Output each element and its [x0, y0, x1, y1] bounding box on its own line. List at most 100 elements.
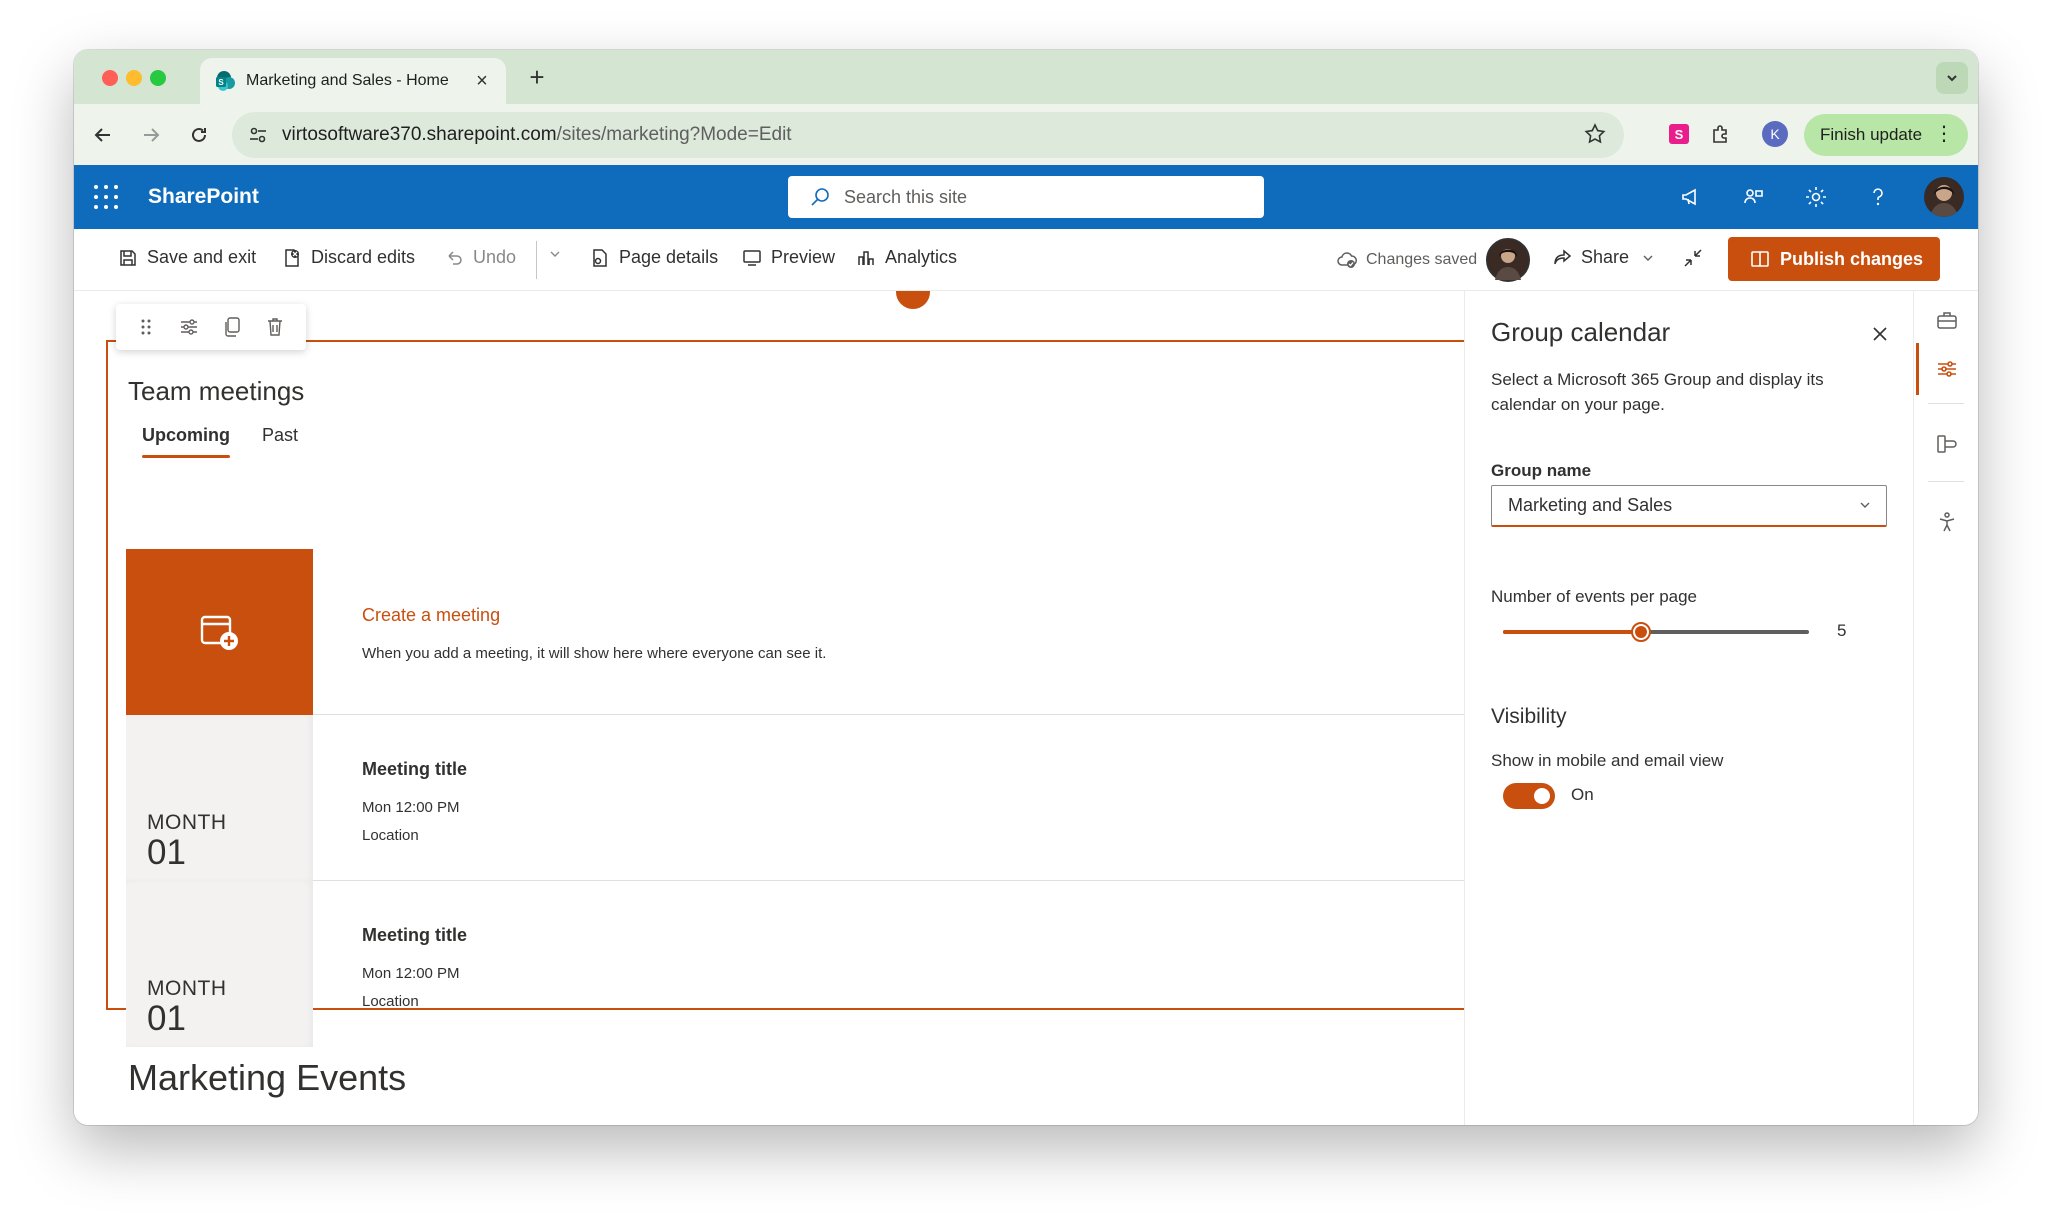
bar-chart-icon [858, 250, 874, 265]
browser-toolbar: virtosoftware370.sharepoint.com/sites/ma… [74, 104, 1978, 165]
rail-divider [1928, 403, 1964, 404]
extensions-puzzle-icon[interactable] [1708, 121, 1734, 147]
event-time: Mon 12:00 PM [362, 965, 460, 982]
user-avatar[interactable] [1924, 177, 1964, 217]
visibility-state: On [1571, 785, 1594, 804]
create-meeting-description: When you add a meeting, it will show her… [362, 645, 827, 662]
sharepoint-header: SharePoint Search this site [74, 165, 1978, 229]
save-and-exit-button[interactable]: Save and exit [118, 247, 256, 268]
duplicate-icon[interactable] [222, 316, 242, 338]
analytics-label: Analytics [885, 247, 958, 267]
book-open-icon [1751, 251, 1769, 267]
svg-text:S: S [218, 78, 224, 87]
window-zoom-button[interactable] [150, 70, 166, 86]
sharepoint-brand[interactable]: SharePoint [148, 185, 259, 209]
property-pane-description: Select a Microsoft 365 Group and display… [1491, 370, 1824, 414]
property-pane: Group calendar Select a Microsoft 365 Gr… [1464, 291, 1914, 1125]
help-icon[interactable] [1864, 183, 1892, 211]
url-path: /sites/marketing?Mode=Edit [556, 124, 792, 145]
reload-icon [192, 127, 206, 142]
extension-icon[interactable]: S [1666, 121, 1692, 147]
browser-tab-bar: S Marketing and Sales - Home × + [74, 50, 1978, 104]
publish-changes-button[interactable]: Publish changes [1728, 237, 1940, 281]
tab-search-button[interactable] [1936, 62, 1968, 94]
undo-label: Undo [473, 247, 517, 267]
coauthor-avatar[interactable] [1486, 238, 1530, 282]
analytics-button[interactable]: Analytics [856, 247, 957, 268]
back-button[interactable] [86, 118, 120, 152]
page-settings-icon [593, 248, 607, 267]
webpart-toolbar [116, 304, 306, 350]
events-per-page-slider[interactable] [1503, 622, 1809, 642]
event-location: Location [362, 993, 419, 1010]
profile-avatar[interactable]: K [1762, 121, 1788, 147]
create-meeting-row[interactable]: Create a meeting When you add a meeting,… [126, 549, 1464, 715]
gear-icon[interactable] [1802, 183, 1830, 211]
save-status: Changes saved [1336, 249, 1477, 271]
collapse-button[interactable] [1682, 247, 1713, 269]
window-close-button[interactable] [102, 70, 118, 86]
window-minimize-button[interactable] [126, 70, 142, 86]
slider-thumb[interactable] [1630, 622, 1651, 642]
close-pane-button[interactable] [1867, 321, 1893, 347]
preview-button[interactable]: Preview [742, 247, 835, 268]
tab-upcoming[interactable]: Upcoming [142, 425, 230, 446]
group-name-label: Group name [1491, 461, 1592, 480]
visibility-toggle[interactable] [1503, 783, 1555, 809]
new-tab-button[interactable]: + [522, 62, 552, 92]
delete-icon[interactable] [265, 316, 285, 338]
properties-sliders-icon[interactable] [1934, 356, 1960, 382]
rail-divider [1928, 481, 1964, 482]
megaphone-icon[interactable] [1678, 183, 1706, 211]
list-item[interactable]: MONTH 01 Meeting title Mon 12:00 PM Loca… [126, 715, 1464, 881]
site-settings-icon[interactable] [246, 123, 270, 147]
site-search-box[interactable]: Search this site [788, 176, 1264, 218]
chevron-down-icon [1643, 255, 1653, 261]
page-canvas: Team meetings Upcoming Past Create a mee… [74, 291, 1464, 1125]
sharepoint-favicon-icon: S [216, 71, 235, 91]
svg-text:S: S [1675, 127, 1684, 142]
accessibility-icon[interactable] [1934, 509, 1960, 535]
finish-update-label: Finish update [1820, 125, 1923, 144]
tab-close-icon[interactable]: × [472, 70, 492, 93]
discard-edits-button[interactable]: Discard edits [282, 247, 415, 268]
preview-icon [743, 249, 761, 266]
share-button[interactable]: Share [1552, 247, 1655, 268]
arrow-right-icon [144, 128, 160, 142]
event-location: Location [362, 827, 419, 844]
reload-button[interactable] [182, 118, 216, 152]
app-launcher-icon[interactable] [94, 185, 118, 209]
tab-past[interactable]: Past [262, 425, 298, 446]
forward-button[interactable] [134, 118, 168, 152]
page-details-button[interactable]: Page details [590, 247, 718, 268]
people-sync-icon[interactable] [1740, 183, 1768, 211]
browser-window: S Marketing and Sales - Home × + virtoso… [74, 50, 1978, 1125]
collapse-arrows-icon [1684, 249, 1702, 267]
group-name-dropdown[interactable]: Marketing and Sales [1491, 485, 1887, 527]
toolbox-icon[interactable] [1934, 307, 1960, 333]
event-date-tile: MONTH 01 [126, 881, 313, 1047]
chevron-down-icon [550, 251, 560, 257]
bookmark-star-icon[interactable] [1584, 123, 1606, 150]
section-add-handle[interactable] [896, 291, 930, 309]
address-bar[interactable]: virtosoftware370.sharepoint.com/sites/ma… [232, 112, 1624, 158]
create-meeting-link[interactable]: Create a meeting [362, 605, 500, 626]
list-item[interactable]: MONTH 01 Meeting title Mon 12:00 PM Loca… [126, 881, 1464, 1047]
drag-handle-icon[interactable] [137, 316, 155, 338]
undo-button[interactable]: Undo [444, 247, 516, 268]
property-pane-title: Group calendar [1491, 317, 1671, 347]
event-title[interactable]: Meeting title [362, 759, 467, 780]
finish-update-button[interactable]: Finish update ⋮ [1804, 114, 1968, 156]
browser-tab-active[interactable]: S Marketing and Sales - Home × [200, 58, 506, 104]
create-meeting-tile[interactable] [126, 549, 313, 715]
save-status-label: Changes saved [1366, 251, 1478, 268]
more-commands-dropdown[interactable] [548, 247, 571, 261]
group-name-value: Marketing and Sales [1508, 495, 1673, 515]
webpart-title[interactable]: Team meetings [128, 376, 304, 407]
design-ideas-icon[interactable] [1934, 431, 1960, 457]
edit-properties-icon[interactable] [178, 316, 200, 338]
preview-label: Preview [771, 247, 836, 267]
section-heading[interactable]: Marketing Events [128, 1057, 406, 1099]
event-title[interactable]: Meeting title [362, 925, 467, 946]
event-month: MONTH [147, 811, 227, 834]
